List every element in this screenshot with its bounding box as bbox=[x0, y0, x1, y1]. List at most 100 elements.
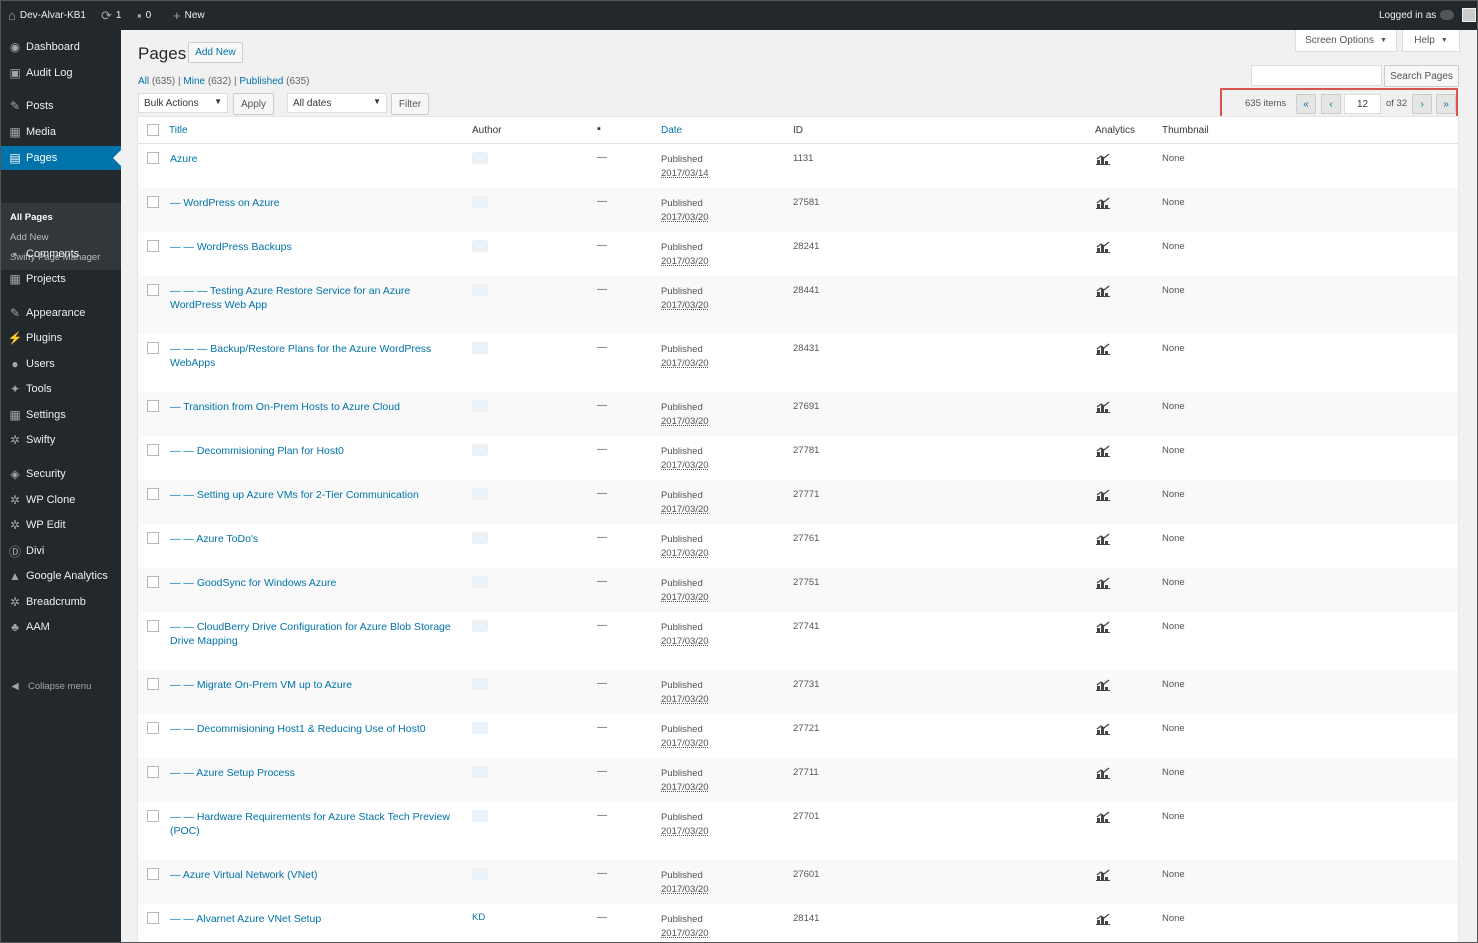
page-title-link[interactable]: — — — Testing Azure Restore Service for … bbox=[170, 284, 460, 312]
sidebar-item-wp-edit[interactable]: ✲ WP Edit bbox=[0, 513, 121, 537]
page-title-link[interactable]: — — Azure Setup Process bbox=[170, 766, 460, 780]
add-new-button[interactable]: Add New bbox=[188, 42, 243, 63]
apply-button[interactable]: Apply bbox=[233, 93, 274, 115]
search-input[interactable] bbox=[1251, 65, 1382, 86]
row-checkbox[interactable] bbox=[147, 766, 159, 778]
page-title-link[interactable]: — — Setting up Azure VMs for 2-Tier Comm… bbox=[170, 488, 460, 502]
filter-button[interactable]: Filter bbox=[391, 93, 429, 115]
row-checkbox[interactable] bbox=[147, 868, 159, 880]
page-title-link[interactable]: — Azure Virtual Network (VNet) bbox=[170, 868, 460, 882]
sidebar-item-comments[interactable]: ▪ Comments bbox=[0, 242, 121, 266]
collapse-menu-button[interactable]: ◀ Collapse menu bbox=[0, 678, 121, 694]
row-checkbox[interactable] bbox=[147, 532, 159, 544]
row-checkbox[interactable] bbox=[147, 722, 159, 734]
row-checkbox[interactable] bbox=[147, 620, 159, 632]
search-pages-button[interactable]: Search Pages bbox=[1384, 65, 1459, 87]
author-link[interactable] bbox=[472, 444, 488, 456]
sidebar-item-posts[interactable]: ✎ Posts bbox=[0, 94, 121, 118]
analytics-chart-icon[interactable] bbox=[1096, 285, 1110, 297]
sidebar-item-dashboard[interactable]: ◉ Dashboard bbox=[0, 35, 121, 59]
page-title-link[interactable]: — — Decommisioning Plan for Host0 bbox=[170, 444, 460, 458]
author-link[interactable] bbox=[472, 240, 488, 252]
page-title-link[interactable]: — — GoodSync for Windows Azure bbox=[170, 576, 460, 590]
author-link[interactable] bbox=[472, 152, 488, 164]
page-title-link[interactable]: Azure bbox=[170, 152, 460, 166]
sidebar-item-breadcrumb[interactable]: ✲ Breadcrumb bbox=[0, 590, 121, 614]
page-title-link[interactable]: — — WordPress Backups bbox=[170, 240, 460, 254]
analytics-chart-icon[interactable] bbox=[1096, 241, 1110, 253]
analytics-chart-icon[interactable] bbox=[1096, 913, 1110, 925]
sidebar-item-audit-log[interactable]: ▣ Audit Log bbox=[0, 61, 121, 85]
analytics-chart-icon[interactable] bbox=[1096, 811, 1110, 823]
row-checkbox[interactable] bbox=[147, 912, 159, 924]
filter-mine-link[interactable]: Mine bbox=[183, 76, 205, 87]
sidebar-item-media[interactable]: ▦ Media bbox=[0, 120, 121, 144]
analytics-chart-icon[interactable] bbox=[1096, 445, 1110, 457]
analytics-chart-icon[interactable] bbox=[1096, 767, 1110, 779]
page-title-link[interactable]: — — Azure ToDo's bbox=[170, 532, 460, 546]
author-link[interactable] bbox=[472, 620, 488, 632]
author-link[interactable] bbox=[472, 532, 488, 544]
row-checkbox[interactable] bbox=[147, 152, 159, 164]
sidebar-item-swifty[interactable]: ✲ Swifty bbox=[0, 428, 121, 452]
sidebar-item-pages[interactable]: ▤ Pages bbox=[0, 146, 121, 170]
row-checkbox[interactable] bbox=[147, 444, 159, 456]
row-checkbox[interactable] bbox=[147, 400, 159, 412]
analytics-chart-icon[interactable] bbox=[1096, 577, 1110, 589]
author-link[interactable] bbox=[472, 196, 488, 208]
sidebar-item-wp-clone[interactable]: ✲ WP Clone bbox=[0, 488, 121, 512]
column-title[interactable]: Title bbox=[169, 125, 188, 136]
date-filter-select[interactable]: All dates ▼ bbox=[287, 93, 387, 113]
column-date[interactable]: Date bbox=[661, 125, 682, 136]
author-link[interactable] bbox=[472, 810, 488, 822]
author-link[interactable] bbox=[472, 722, 488, 734]
analytics-chart-icon[interactable] bbox=[1096, 153, 1110, 165]
row-checkbox[interactable] bbox=[147, 810, 159, 822]
page-title-link[interactable]: — — Migrate On-Prem VM up to Azure bbox=[170, 678, 460, 692]
comment-column-icon[interactable]: ▪ bbox=[597, 123, 601, 135]
row-checkbox[interactable] bbox=[147, 284, 159, 296]
sidebar-item-aam[interactable]: ♣ AAM bbox=[0, 615, 121, 639]
analytics-chart-icon[interactable] bbox=[1096, 621, 1110, 633]
new-content-menu[interactable]: + New bbox=[173, 0, 205, 30]
author-link[interactable] bbox=[472, 868, 488, 880]
page-title-link[interactable]: — Transition from On-Prem Hosts to Azure… bbox=[170, 400, 460, 414]
submenu-all-pages[interactable]: All Pages bbox=[10, 212, 53, 223]
filter-published-link[interactable]: Published bbox=[239, 76, 283, 87]
analytics-chart-icon[interactable] bbox=[1096, 679, 1110, 691]
sidebar-item-settings[interactable]: ▦ Settings bbox=[0, 403, 121, 427]
page-title-link[interactable]: — WordPress on Azure bbox=[170, 196, 460, 210]
filter-all-link[interactable]: All bbox=[138, 76, 149, 87]
author-link[interactable] bbox=[472, 678, 488, 690]
analytics-chart-icon[interactable] bbox=[1096, 723, 1110, 735]
page-title-link[interactable]: — — CloudBerry Drive Configuration for A… bbox=[170, 620, 460, 648]
screen-options-button[interactable]: Screen Options ▼ bbox=[1295, 29, 1397, 52]
row-checkbox[interactable] bbox=[147, 240, 159, 252]
sidebar-item-google-analytics[interactable]: ▲ Google Analytics bbox=[0, 564, 121, 588]
author-link[interactable]: KD bbox=[472, 912, 488, 924]
sidebar-item-users[interactable]: ● Users bbox=[0, 352, 121, 376]
page-title-link[interactable]: — — Alvarnet Azure VNet Setup bbox=[170, 912, 460, 926]
updates-menu[interactable]: ⟳ 1 bbox=[101, 0, 121, 30]
analytics-chart-icon[interactable] bbox=[1096, 869, 1110, 881]
sidebar-item-divi[interactable]: Ⓓ Divi bbox=[0, 539, 121, 563]
sidebar-item-security[interactable]: ◈ Security bbox=[0, 462, 121, 486]
sidebar-item-tools[interactable]: ✦ Tools bbox=[0, 377, 121, 401]
select-all-checkbox[interactable] bbox=[147, 124, 159, 136]
analytics-chart-icon[interactable] bbox=[1096, 489, 1110, 501]
author-link[interactable] bbox=[472, 488, 488, 500]
author-link[interactable] bbox=[472, 284, 488, 296]
analytics-chart-icon[interactable] bbox=[1096, 401, 1110, 413]
site-menu[interactable]: ⌂ Dev-Alvar-KB1 bbox=[8, 0, 86, 30]
row-checkbox[interactable] bbox=[147, 196, 159, 208]
sidebar-item-projects[interactable]: ▦ Projects bbox=[0, 267, 121, 291]
analytics-chart-icon[interactable] bbox=[1096, 343, 1110, 355]
author-link[interactable] bbox=[472, 400, 488, 412]
author-link[interactable] bbox=[472, 576, 488, 588]
author-link[interactable] bbox=[472, 766, 488, 778]
sidebar-item-plugins[interactable]: ⚡ Plugins bbox=[0, 326, 121, 350]
row-checkbox[interactable] bbox=[147, 342, 159, 354]
row-checkbox[interactable] bbox=[147, 488, 159, 500]
author-link[interactable] bbox=[472, 342, 488, 354]
page-title-link[interactable]: — — Decommisioning Host1 & Reducing Use … bbox=[170, 722, 460, 736]
